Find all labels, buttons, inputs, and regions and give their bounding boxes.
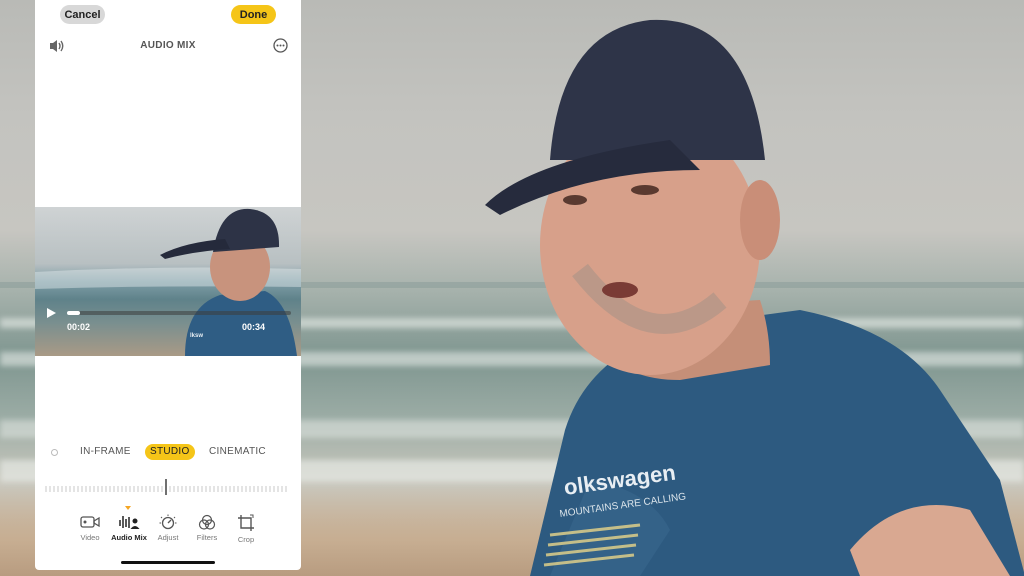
mix-level-slider[interactable] xyxy=(45,478,291,498)
video-preview-image: lksw xyxy=(35,208,301,356)
page-title: AUDIO MIX xyxy=(140,40,196,51)
mode-in-frame[interactable]: IN-FRAME xyxy=(80,444,131,460)
audio-mix-icon xyxy=(119,516,140,529)
play-icon[interactable] xyxy=(45,307,57,319)
done-button[interactable]: Done xyxy=(231,5,276,24)
video-camera-icon xyxy=(80,516,100,528)
filters-icon xyxy=(198,514,216,530)
svg-text:lksw: lksw xyxy=(190,333,203,339)
mode-indicator-dot xyxy=(51,449,58,456)
cancel-button[interactable]: Cancel xyxy=(60,5,105,24)
editor-panel: Cancel Done AUDIO MIX lksw 00:02 00:34 I… xyxy=(35,0,301,570)
scrubber-progress xyxy=(67,311,81,315)
tab-bar: Video Audio Mix Adjust Filters Crop xyxy=(35,506,301,551)
person-image: olkswagen MOUNTAINS ARE CALLING xyxy=(485,19,1024,576)
crop-icon xyxy=(238,514,254,531)
mode-studio[interactable]: STUDIO xyxy=(145,444,195,460)
scrubber-track[interactable] xyxy=(67,311,291,315)
adjust-dial-icon xyxy=(159,514,177,530)
more-options-icon[interactable] xyxy=(273,38,288,53)
home-indicator xyxy=(121,561,215,564)
video-preview[interactable]: lksw 00:02 00:34 xyxy=(35,207,301,356)
audio-mode-selector: IN-FRAME STUDIO CINEMATIC xyxy=(35,444,301,460)
total-time: 00:34 xyxy=(242,322,266,332)
tab-crop[interactable]: Crop xyxy=(221,506,271,544)
tab-crop-label: Crop xyxy=(237,535,255,544)
current-time: 00:02 xyxy=(67,322,91,332)
mode-cinematic[interactable]: CINEMATIC xyxy=(209,444,266,460)
